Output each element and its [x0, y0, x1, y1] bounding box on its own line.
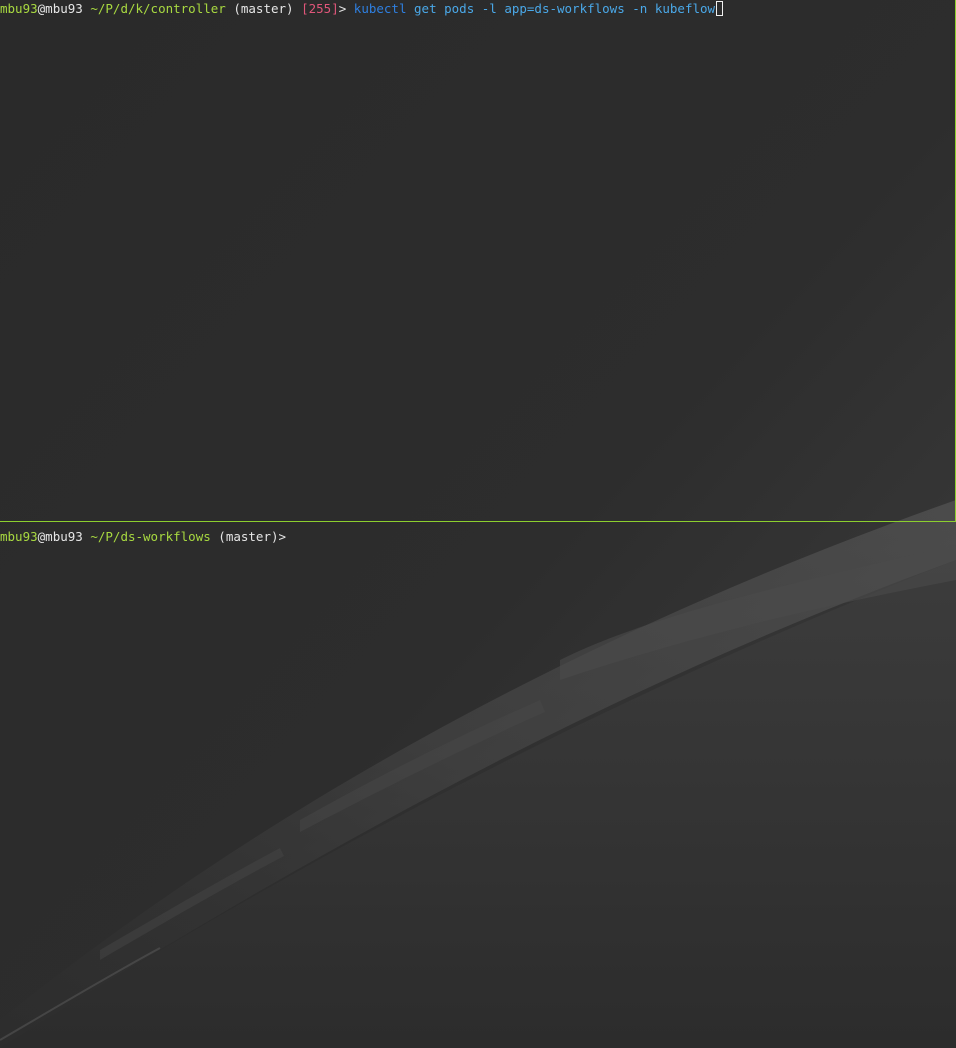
pane-divider[interactable]: [0, 521, 956, 522]
prompt-cwd: ~/P/ds-workflows: [90, 529, 211, 544]
prompt-user: mbu93: [0, 1, 38, 16]
terminal-window: mbu93@mbu93 ~/P/d/k/controller (master) …: [0, 0, 956, 1048]
prompt-git-branch: (master): [218, 529, 279, 544]
command-name[interactable]: kubectl: [354, 1, 407, 16]
prompt-char: >: [278, 529, 287, 544]
terminal-pane-top[interactable]: mbu93@mbu93 ~/P/d/k/controller (master) …: [0, 0, 956, 521]
prompt-user: mbu93: [0, 529, 38, 544]
terminal-pane-bottom[interactable]: mbu93@mbu93 ~/P/ds-workflows (master)>: [0, 522, 956, 1048]
prompt-line-bottom[interactable]: mbu93@mbu93 ~/P/ds-workflows (master)>: [0, 528, 286, 545]
text-cursor: [716, 1, 724, 16]
prompt-git-branch: (master): [233, 1, 294, 16]
prompt-cwd: ~/P/d/k/controller: [90, 1, 226, 16]
command-args[interactable]: get pods -l app=ds-workflows -n kubeflow: [414, 1, 715, 16]
prompt-exit-status: [255]: [301, 1, 339, 16]
prompt-host: mbu93: [45, 1, 83, 16]
prompt-line-top[interactable]: mbu93@mbu93 ~/P/d/k/controller (master) …: [0, 0, 724, 17]
prompt-host: mbu93: [45, 529, 83, 544]
prompt-char: >: [338, 1, 347, 16]
